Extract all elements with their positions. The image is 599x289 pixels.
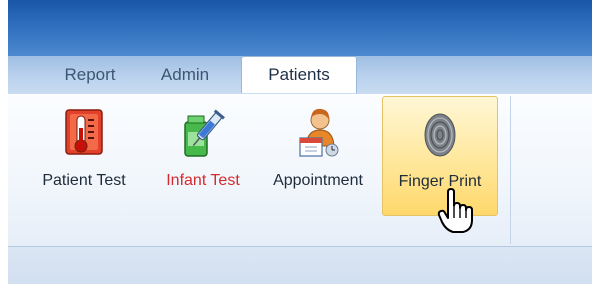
patient-test-button[interactable]: Patient Test <box>22 100 146 212</box>
title-bar <box>8 0 592 58</box>
tab-patients[interactable]: Patients <box>241 56 357 93</box>
infant-test-button[interactable]: Infant Test <box>150 100 256 212</box>
person-calendar-icon <box>299 108 339 157</box>
patient-test-label: Patient Test <box>42 172 126 189</box>
appointment-label: Appointment <box>273 172 363 189</box>
status-bar <box>8 247 592 284</box>
ribbon-group-separator <box>510 96 511 244</box>
syringe-bottle-icon <box>184 109 225 157</box>
hand-cursor-icon <box>437 188 473 233</box>
infant-test-label: Infant Test <box>166 172 240 189</box>
tab-report[interactable]: Report <box>50 60 130 92</box>
appointment-button[interactable]: Appointment <box>258 100 378 212</box>
app-window: Report Admin Patients Patient Test Infan… <box>8 0 592 284</box>
fingerprint-icon <box>424 113 456 157</box>
tab-admin[interactable]: Admin <box>148 60 222 92</box>
thermometer-icon <box>65 109 103 155</box>
